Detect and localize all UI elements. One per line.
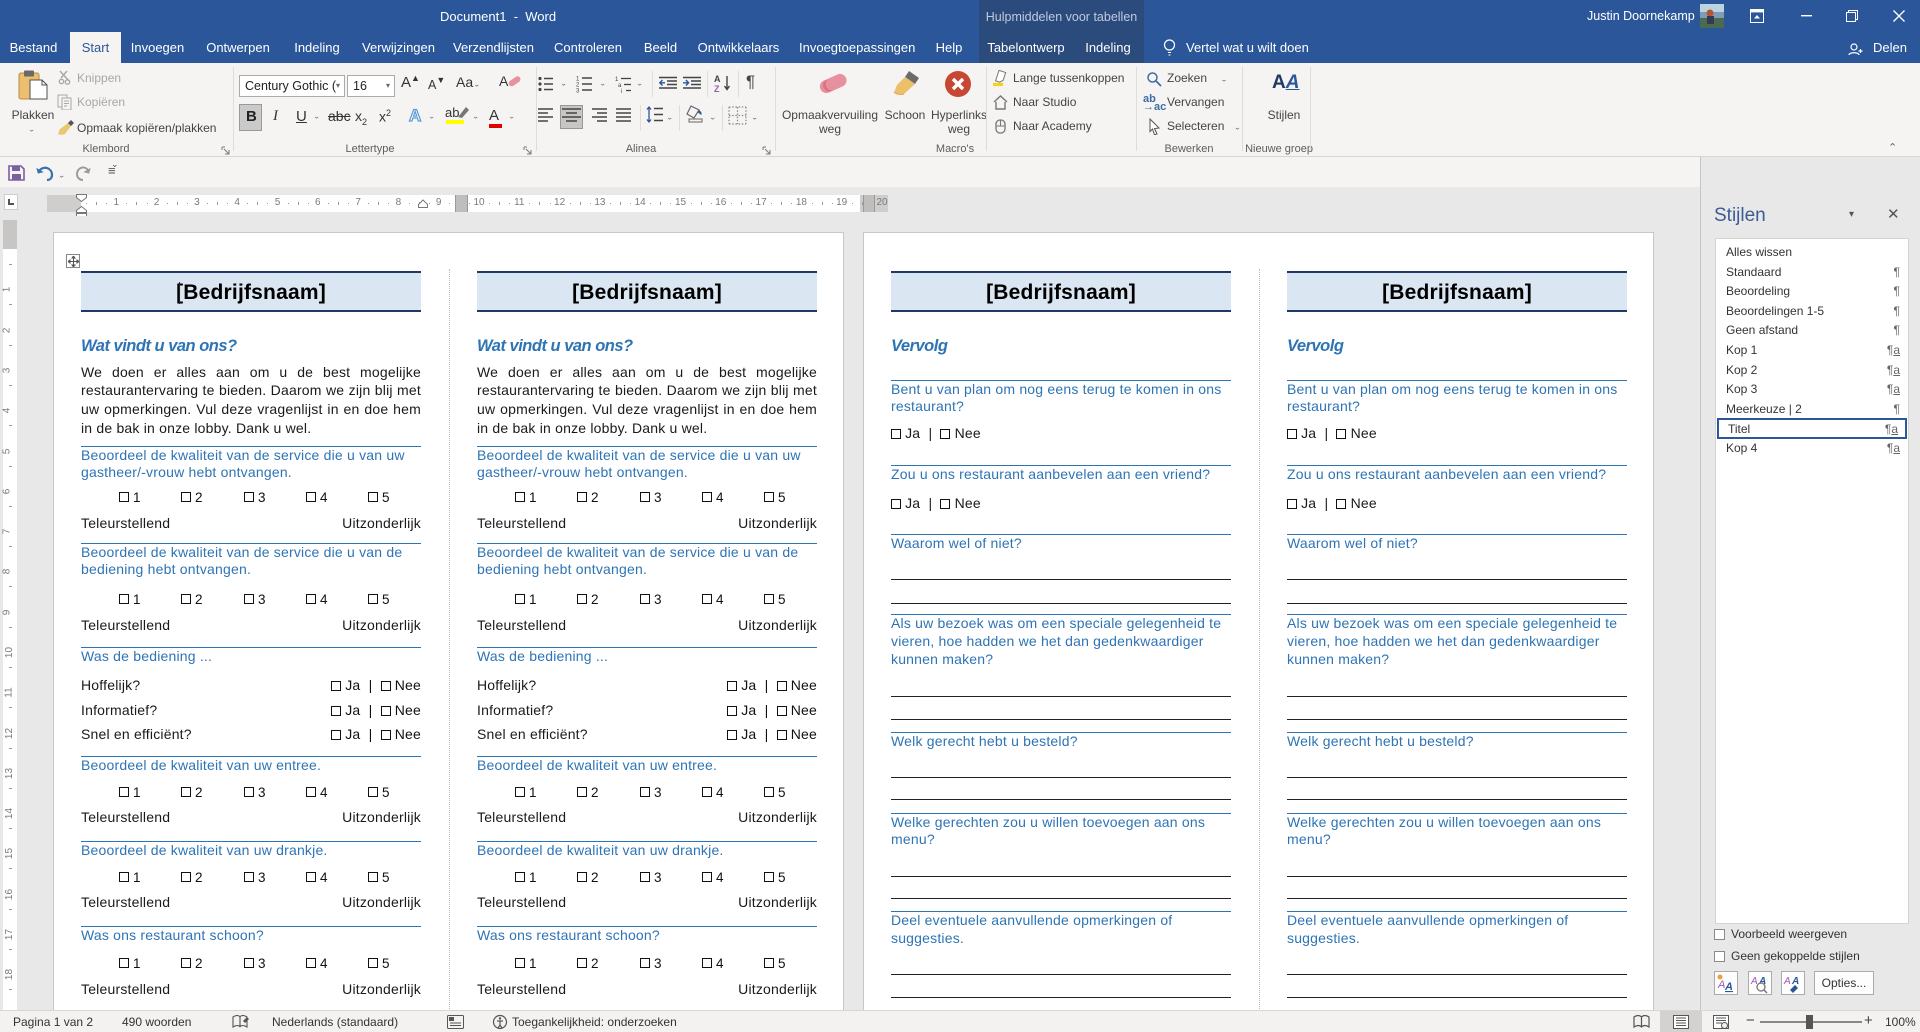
svg-text:A: A <box>714 74 721 84</box>
svg-text:A: A <box>1724 981 1733 993</box>
svg-text:A: A <box>1783 976 1791 987</box>
svg-text:i: i <box>621 89 622 93</box>
svg-text:Z: Z <box>714 84 720 93</box>
svg-text:3: 3 <box>576 89 580 94</box>
